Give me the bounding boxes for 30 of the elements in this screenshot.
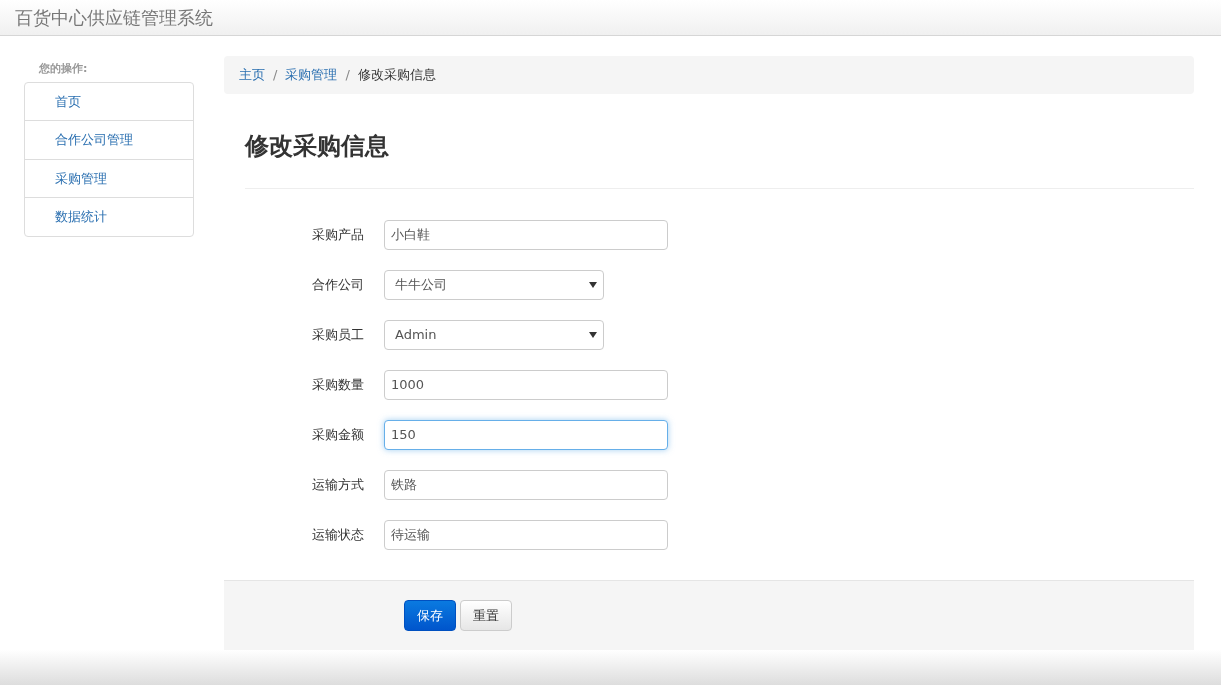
save-button[interactable]: 保存 bbox=[404, 599, 456, 631]
field-label: 合作公司 bbox=[311, 275, 365, 294]
sidebar-item[interactable]: 数据统计 bbox=[25, 197, 193, 236]
input-field[interactable]: 1000 bbox=[384, 369, 668, 400]
field-label: 运输方式 bbox=[311, 475, 365, 494]
sidebar-item[interactable]: 首页 bbox=[25, 82, 193, 120]
breadcrumb-link[interactable]: 主页 bbox=[239, 65, 265, 85]
field-label: 采购员工 bbox=[311, 325, 365, 344]
field-label: 采购金额 bbox=[311, 425, 365, 444]
sidebar-heading: 您的操作: bbox=[38, 61, 89, 77]
breadcrumb-separator: / bbox=[345, 66, 350, 84]
reset-button[interactable]: 重置 bbox=[460, 599, 512, 631]
select-field[interactable]: Admin bbox=[384, 319, 604, 350]
app-title: 百货中心供应链管理系统 bbox=[15, 7, 213, 28]
sidebar-item[interactable]: 合作公司管理 bbox=[25, 120, 193, 159]
breadcrumb-link[interactable]: 采购管理 bbox=[285, 65, 338, 85]
input-field[interactable]: 待运输 bbox=[384, 519, 668, 550]
sidebar-item[interactable]: 采购管理 bbox=[25, 158, 193, 197]
field-label: 运输状态 bbox=[311, 525, 365, 544]
breadcrumb-separator: / bbox=[273, 66, 278, 84]
caret-icon bbox=[589, 281, 597, 288]
breadcrumb-current: 修改采购信息 bbox=[357, 66, 436, 84]
input-field[interactable]: 小白鞋 bbox=[384, 219, 668, 250]
field-label: 采购数量 bbox=[311, 375, 365, 394]
input-field[interactable]: 铁路 bbox=[384, 469, 668, 500]
input-field[interactable]: 150 bbox=[384, 419, 668, 450]
select-field[interactable]: 牛牛公司 bbox=[384, 269, 604, 300]
field-label: 采购产品 bbox=[311, 225, 365, 244]
page-title: 修改采购信息 bbox=[245, 127, 1194, 189]
caret-icon bbox=[589, 331, 597, 338]
